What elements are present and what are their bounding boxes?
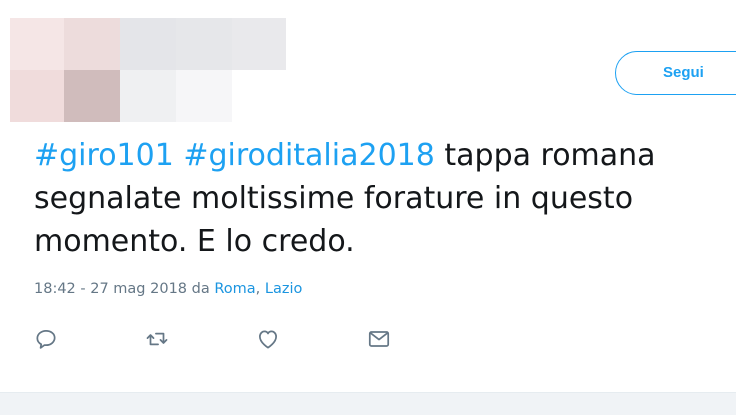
location-city-link[interactable]: Roma [214,281,255,297]
tweet-text: #giro101 #giroditalia2018 tappa romana se… [34,134,724,263]
follow-button[interactable]: Segui [615,51,736,95]
reply-icon[interactable] [33,326,59,352]
bottom-strip [0,392,736,415]
direct-message-icon[interactable] [366,326,392,352]
like-icon[interactable] [255,326,281,352]
hashtag-giro101[interactable]: #giro101 [34,138,174,173]
tweet-card: Segui #giro101 #giroditalia2018 tappa ro… [0,0,736,392]
hashtag-giroditalia2018[interactable]: #giroditalia2018 [183,138,434,173]
location-separator: , [255,281,265,297]
retweet-icon[interactable] [144,326,170,352]
timestamp[interactable]: 18:42 - 27 mag 2018 [34,281,187,297]
tweet-meta: 18:42 - 27 mag 2018 da Roma, Lazio [34,281,302,297]
location-region-link[interactable]: Lazio [265,281,302,297]
pixelated-avatar [10,18,286,122]
tweet-text-line-1: tappa romana [434,138,656,173]
tweet-text-line-2: segnalate moltissime forature in questo [34,181,634,216]
via-label: da [187,281,215,297]
tweet-text-line-3: momento. E lo credo. [34,224,355,259]
action-bar [0,326,736,352]
